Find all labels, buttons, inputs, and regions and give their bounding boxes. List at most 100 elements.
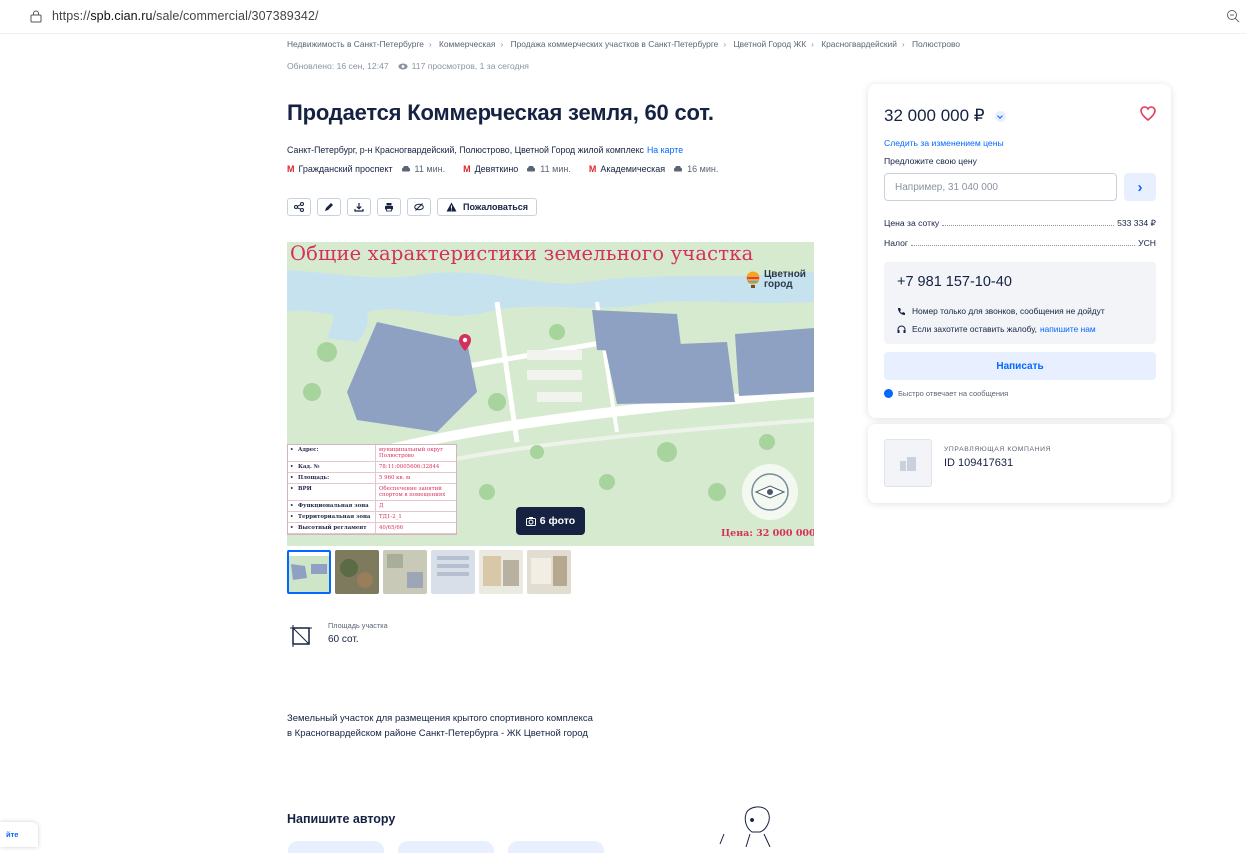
table-key: Функциональная зона [288, 501, 376, 511]
photo-count-button[interactable]: 6 фото [516, 507, 585, 535]
map-link[interactable]: На карте [647, 145, 683, 155]
price-per-sotka-value: 533 334 ₽ [1117, 218, 1156, 228]
address: Санкт-Петербург, р-н Красногвардейский, … [287, 145, 683, 155]
metro-name: Гражданский проспект [298, 164, 393, 174]
agent-card[interactable]: УПРАВЛЯЮЩАЯ КОМПАНИЯ ID 109417631 [868, 424, 1171, 503]
area-value: 60 сот. [328, 634, 359, 645]
print-icon [385, 203, 393, 212]
browser-address-bar[interactable]: https://spb.cian.ru/sale/commercial/3073… [0, 0, 1246, 34]
price-per-sotka-label: Цена за сотку [884, 218, 940, 228]
write-message-button[interactable]: Написать [884, 352, 1156, 380]
car-icon [527, 166, 536, 172]
breadcrumb-item[interactable]: Красногвардейский [821, 39, 897, 49]
breadcrumb-item[interactable]: Полюстрово [912, 39, 960, 49]
agent-role: УПРАВЛЯЮЩАЯ КОМПАНИЯ [944, 446, 1052, 453]
eye-icon [398, 63, 408, 69]
main-photo[interactable]: Общие характеристики земельного участка … [287, 242, 814, 546]
side-feedback-tab[interactable]: йте [0, 822, 38, 847]
compass-icon [742, 464, 798, 520]
description-line: Земельный участок для размещения крытого… [287, 713, 593, 724]
brand-logo: Цветной город [745, 270, 806, 290]
headset-icon [897, 325, 906, 333]
metro-time: 16 мин. [687, 164, 719, 174]
table-value: 78:11:0005606:32844 [379, 464, 440, 470]
area-label: Площадь участка [328, 621, 388, 630]
table-row: ВРИОбеспечение занятий спортом в помещен… [288, 484, 456, 501]
price-card: 32 000 000 ₽ Следить за изменением цены … [868, 84, 1171, 418]
offer-price-input[interactable]: Например, 31 040 000 [884, 173, 1117, 201]
breadcrumb-item[interactable]: Недвижимость в Санкт-Петербурге [287, 39, 424, 49]
logo-line: город [764, 279, 793, 290]
car-icon [674, 166, 683, 172]
leader-dots [911, 239, 1136, 246]
photo-title: Общие характеристики земельного участка [290, 242, 754, 265]
metro-icon: М [463, 164, 471, 174]
phone-number[interactable]: +7 981 157-10-40 [897, 274, 1012, 290]
heart-icon[interactable] [1140, 106, 1156, 121]
download-button[interactable] [347, 198, 371, 216]
description-line: в Красногвардейском районе Санкт-Петербу… [287, 728, 588, 739]
print-button[interactable] [377, 198, 401, 216]
table-value: 5 960 кв. м [379, 475, 411, 481]
metro-name: Девяткино [474, 164, 519, 174]
edit-icon [325, 203, 333, 211]
table-row: Адрес:муниципальный округ Полюстрово [288, 445, 456, 462]
metro-station[interactable]: М Академическая 16 мин. [589, 164, 719, 174]
thumbnail[interactable] [383, 550, 427, 594]
metro-time: 11 мин. [540, 164, 571, 174]
complain-button[interactable]: Пожаловаться [437, 198, 538, 216]
edit-button[interactable] [317, 198, 341, 216]
share-icon [294, 202, 304, 212]
phone-icon [898, 307, 905, 315]
url-text[interactable]: https://spb.cian.ru/sale/commercial/3073… [52, 9, 319, 23]
thumbnail[interactable] [287, 550, 331, 594]
zoom-icon[interactable] [1226, 9, 1240, 23]
breadcrumb-item[interactable]: Цветной Город ЖК [733, 39, 806, 49]
complain-label: Пожаловаться [463, 202, 529, 212]
write-author-heading: Напишите автору [287, 812, 396, 826]
fast-reply-badge: Быстро отвечает на сообщения [884, 389, 1008, 398]
hide-button[interactable] [407, 198, 431, 216]
thumbnail[interactable] [527, 550, 571, 594]
breadcrumb-separator: › [901, 39, 905, 49]
price-history-toggle-icon[interactable] [994, 110, 1006, 122]
thumbnail[interactable] [335, 550, 379, 594]
table-key: Площадь: [288, 473, 376, 483]
price: 32 000 000 ₽ [884, 106, 1006, 126]
breadcrumb-separator: › [428, 39, 432, 49]
photo-count-label: 6 фото [539, 515, 576, 527]
agent-id[interactable]: ID 109417631 [944, 457, 1013, 469]
table-value: муниципальный округ Полюстрово [379, 447, 444, 459]
character-illustration [719, 806, 771, 847]
offer-price-label: Предложите свою цену [884, 156, 977, 166]
share-button[interactable] [287, 198, 311, 216]
table-row: Кад. №78:11:0005606:32844 [288, 462, 456, 473]
table-row: Площадь:5 960 кв. м [288, 473, 456, 484]
write-us-link[interactable]: напишите нам [1040, 324, 1096, 334]
tax-label: Налог [884, 238, 909, 248]
download-icon [354, 203, 364, 212]
quick-message-chip[interactable] [508, 841, 604, 853]
property-info-table: Адрес:муниципальный округ Полюстрово Кад… [287, 444, 457, 535]
metro-station[interactable]: М Девяткино 11 мин. [463, 164, 571, 174]
thumbnail[interactable] [431, 550, 475, 594]
follow-price-link[interactable]: Следить за изменением цены [884, 138, 1004, 148]
offer-submit-button[interactable]: › [1124, 173, 1156, 201]
breadcrumb-item[interactable]: Продажа коммерческих участков в Санкт-Пе… [511, 39, 719, 49]
listing-meta: Обновлено: 16 сен, 12:47 117 просмотров,… [287, 61, 529, 71]
thumbnail[interactable] [479, 550, 523, 594]
page-title: Продается Коммерческая земля, 60 сот. [287, 100, 714, 125]
table-row: Функциональная зонаД [288, 501, 456, 512]
car-icon [401, 166, 410, 172]
clock-icon [884, 389, 893, 398]
lock-icon [30, 10, 42, 23]
metro-station[interactable]: М Гражданский проспект 11 мин. [287, 164, 445, 174]
table-value: 40/65/66 [379, 525, 404, 531]
quick-message-chip[interactable] [288, 841, 384, 853]
quick-message-chip[interactable] [398, 841, 494, 853]
breadcrumb-item[interactable]: Коммерческая [439, 39, 495, 49]
complain-note: Если захотите оставить жалобу, напишите н… [897, 324, 1096, 334]
views-count: 117 просмотров, 1 за сегодня [411, 61, 529, 71]
quick-message-chips [288, 841, 604, 853]
table-row: Территориальная зонаТД1-2_1 [288, 512, 456, 523]
